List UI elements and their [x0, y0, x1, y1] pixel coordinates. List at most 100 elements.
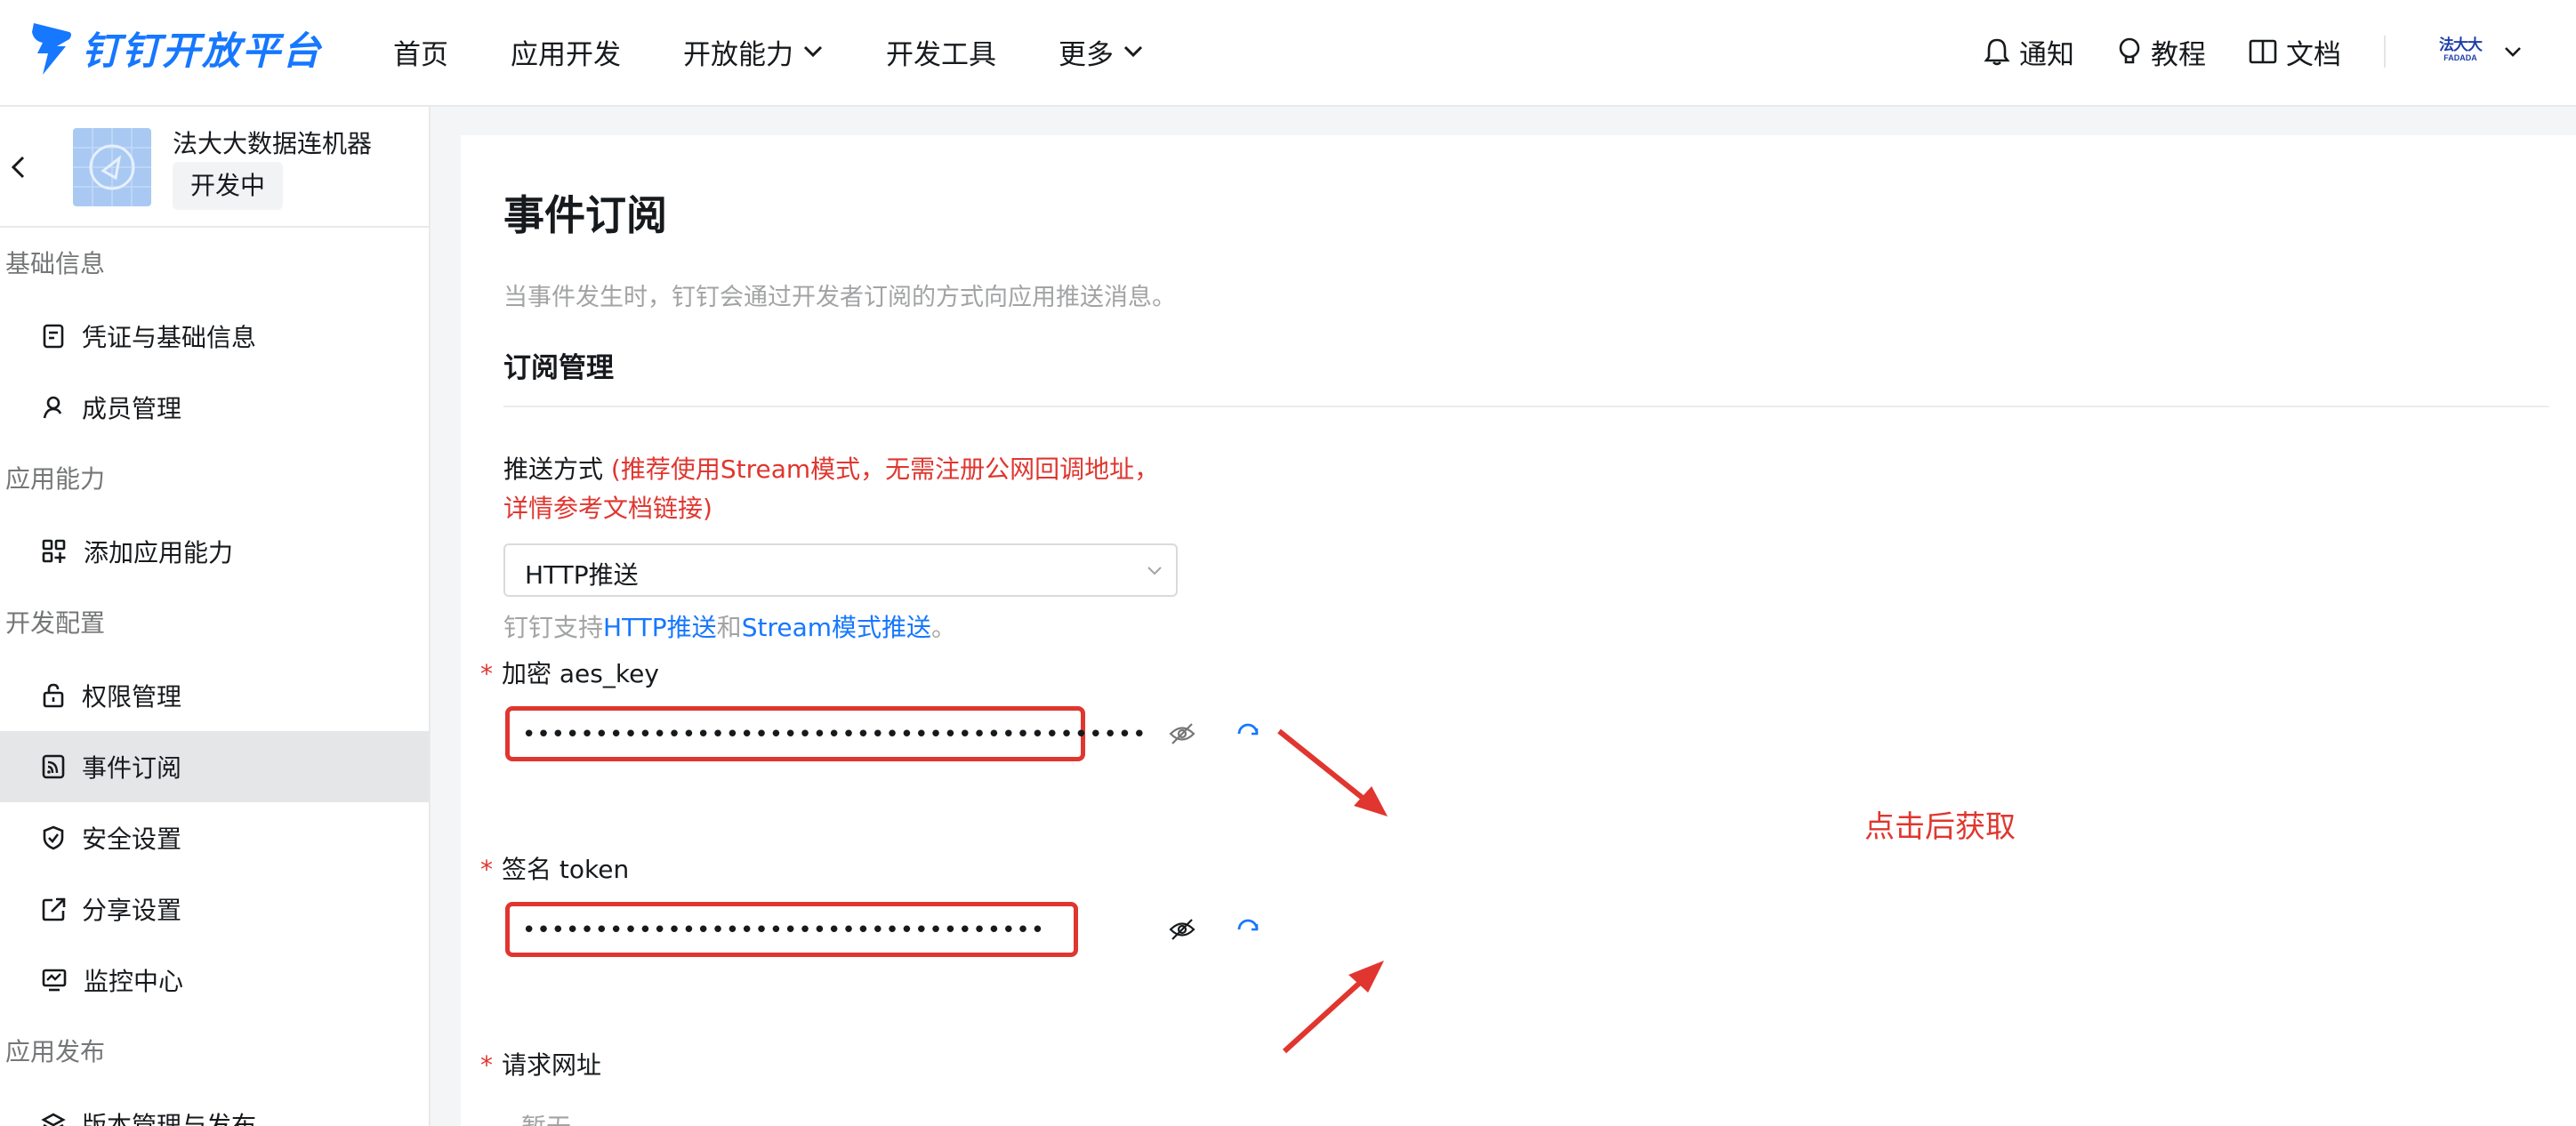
- top-navbar: 钉钉开放平台 首页 应用开发 开放能力 开发工具 更多 通知 教程 文档 法大大…: [0, 0, 2576, 107]
- refresh-icon[interactable]: [1235, 720, 1261, 747]
- chevron-down-icon: [1147, 567, 1162, 575]
- http-push-link[interactable]: HTTP推送: [603, 613, 717, 642]
- request-url-label-text: 请求网址: [502, 1050, 602, 1080]
- sidebar-item-credentials[interactable]: 凭证与基础信息: [0, 301, 429, 372]
- app-status-badge: 开发中: [173, 162, 284, 210]
- sidebar: 法大大数据连机器 开发中 基础信息 凭证与基础信息 成员管理 应用能力 添加应用…: [0, 107, 431, 1126]
- sidebar-item-label: 成员管理: [82, 394, 182, 423]
- member-icon: [43, 396, 62, 419]
- lightbulb-icon: [2119, 37, 2140, 64]
- sidebar-item-add-capability[interactable]: 添加应用能力: [0, 516, 429, 587]
- main-nav: 首页 应用开发 开放能力 开发工具 更多: [393, 0, 1206, 103]
- token-masked-value: ••••••••••••••••••••••••••••••••••••: [522, 917, 1046, 944]
- sidebar-item-event-subscription[interactable]: 事件订阅: [0, 731, 429, 802]
- chevron-down-icon: [2505, 47, 2521, 57]
- push-mode-label-text: 推送方式: [503, 454, 604, 484]
- aes-key-input[interactable]: ••••••••••••••••••••••••••••••••••••••••…: [505, 706, 1146, 761]
- version-icon: [41, 1113, 66, 1126]
- monitor-icon: [42, 969, 67, 992]
- support-and: 和: [716, 613, 742, 642]
- notifications-button[interactable]: 通知: [1984, 32, 2074, 72]
- app-icon: [73, 128, 151, 206]
- sidebar-item-label: 版本管理与发布: [82, 1111, 257, 1126]
- book-icon: [2249, 39, 2277, 64]
- aes-key-label: * 加密 aes_key: [480, 655, 659, 690]
- user-avatar: 法大大 FADADA: [2439, 37, 2483, 65]
- support-suffix: 。: [931, 613, 957, 642]
- token-input[interactable]: ••••••••••••••••••••••••••••••••••••: [505, 902, 1078, 957]
- shield-icon: [43, 825, 64, 850]
- back-chevron-icon[interactable]: [9, 155, 27, 180]
- docs-button[interactable]: 文档: [2249, 32, 2341, 72]
- push-mode-selected-value: HTTP推送: [525, 560, 639, 590]
- eye-hidden-icon[interactable]: [1169, 918, 1195, 941]
- nav-divider: [2384, 36, 2386, 68]
- notifications-label: 通知: [2019, 38, 2074, 71]
- aes-key-label-text: 加密 aes_key: [502, 659, 659, 688]
- nav-home-label: 首页: [393, 38, 448, 71]
- sidebar-item-label: 监控中心: [84, 967, 184, 996]
- chevron-down-icon: [1123, 45, 1143, 58]
- refresh-icon[interactable]: [1235, 916, 1261, 943]
- token-label: * 签名 token: [480, 850, 629, 886]
- sidebar-item-label: 添加应用能力: [84, 538, 234, 567]
- nav-open-capability-label: 开放能力: [683, 38, 793, 71]
- sidebar-item-monitor[interactable]: 监控中心: [0, 945, 429, 1016]
- dingtalk-logo-icon: [32, 23, 71, 75]
- app-header: 法大大数据连机器 开发中: [0, 107, 429, 228]
- nav-open-capability[interactable]: 开放能力: [683, 32, 824, 72]
- sidebar-item-permissions[interactable]: 权限管理: [0, 660, 429, 731]
- sidebar-item-members[interactable]: 成员管理: [0, 372, 429, 443]
- sidebar-item-version[interactable]: 版本管理与发布: [0, 1089, 429, 1126]
- token-label-text: 签名 token: [502, 855, 630, 884]
- page-description: 当事件发生时，钉钉会通过开发者订阅的方式向应用推送消息。: [503, 284, 1176, 311]
- sidebar-group-title: 应用发布: [5, 1037, 106, 1066]
- stream-push-link[interactable]: Stream模式推送: [742, 613, 931, 642]
- section-title: 订阅管理: [503, 352, 614, 384]
- chevron-down-icon: [803, 45, 823, 58]
- push-mode-select[interactable]: HTTP推送: [503, 543, 1178, 597]
- right-nav: 通知 教程 文档 法大大 FADADA: [1984, 0, 2576, 103]
- share-icon: [42, 897, 66, 921]
- credential-icon: [43, 324, 64, 349]
- nav-dev-tools-label: 开发工具: [886, 38, 996, 71]
- required-mark: *: [480, 659, 493, 688]
- nav-home[interactable]: 首页: [393, 32, 448, 72]
- brand-logo[interactable]: 钉钉开放平台: [30, 16, 322, 80]
- sidebar-item-share[interactable]: 分享设置: [0, 873, 429, 945]
- sidebar-item-label: 凭证与基础信息: [82, 323, 257, 352]
- request-url-value: 暂无: [521, 1108, 571, 1126]
- sidebar-item-label: 分享设置: [82, 896, 182, 925]
- push-mode-label: 推送方式 (推荐使用Stream模式，无需注册公网回调地址，详情参考文档链接): [503, 450, 1179, 528]
- sidebar-item-security[interactable]: 安全设置: [0, 802, 429, 873]
- add-capability-icon: [42, 539, 66, 563]
- nav-app-dev[interactable]: 应用开发: [511, 32, 621, 72]
- tutorials-button[interactable]: 教程: [2117, 32, 2206, 72]
- lock-icon: [43, 683, 64, 708]
- section-divider: [503, 406, 2549, 407]
- user-menu[interactable]: 法大大 FADADA: [2439, 37, 2523, 65]
- nav-dev-tools[interactable]: 开发工具: [886, 32, 996, 72]
- eye-hidden-icon[interactable]: [1169, 722, 1195, 745]
- push-mode-hint-end: ): [703, 494, 712, 523]
- main-content: 事件订阅 当事件发生时，钉钉会通过开发者订阅的方式向应用推送消息。 订阅管理 推…: [461, 135, 2576, 1126]
- app-logo-icon: [73, 128, 151, 206]
- required-mark: *: [480, 1050, 493, 1080]
- sidebar-item-label: 权限管理: [82, 682, 182, 712]
- push-mode-doc-link[interactable]: 参考文档链接: [553, 494, 703, 523]
- nav-more[interactable]: 更多: [1059, 32, 1144, 72]
- tutorials-label: 教程: [2151, 38, 2206, 71]
- required-mark: *: [480, 855, 493, 884]
- brand-name: 钉钉开放平台: [82, 29, 322, 74]
- annotation-text: 点击后获取: [1864, 809, 2016, 845]
- bell-icon: [1984, 38, 2010, 66]
- nav-more-label: 更多: [1059, 38, 1114, 71]
- annotation-arrows: [1277, 728, 1388, 1054]
- page-title: 事件订阅: [503, 191, 667, 239]
- docs-label: 文档: [2286, 38, 2341, 71]
- subscription-icon: [42, 754, 65, 779]
- sidebar-item-label: 安全设置: [82, 824, 182, 854]
- support-prefix: 钉钉支持: [503, 613, 604, 642]
- app-name: 法大大数据连机器: [173, 129, 373, 158]
- sidebar-item-label: 事件订阅: [82, 753, 182, 783]
